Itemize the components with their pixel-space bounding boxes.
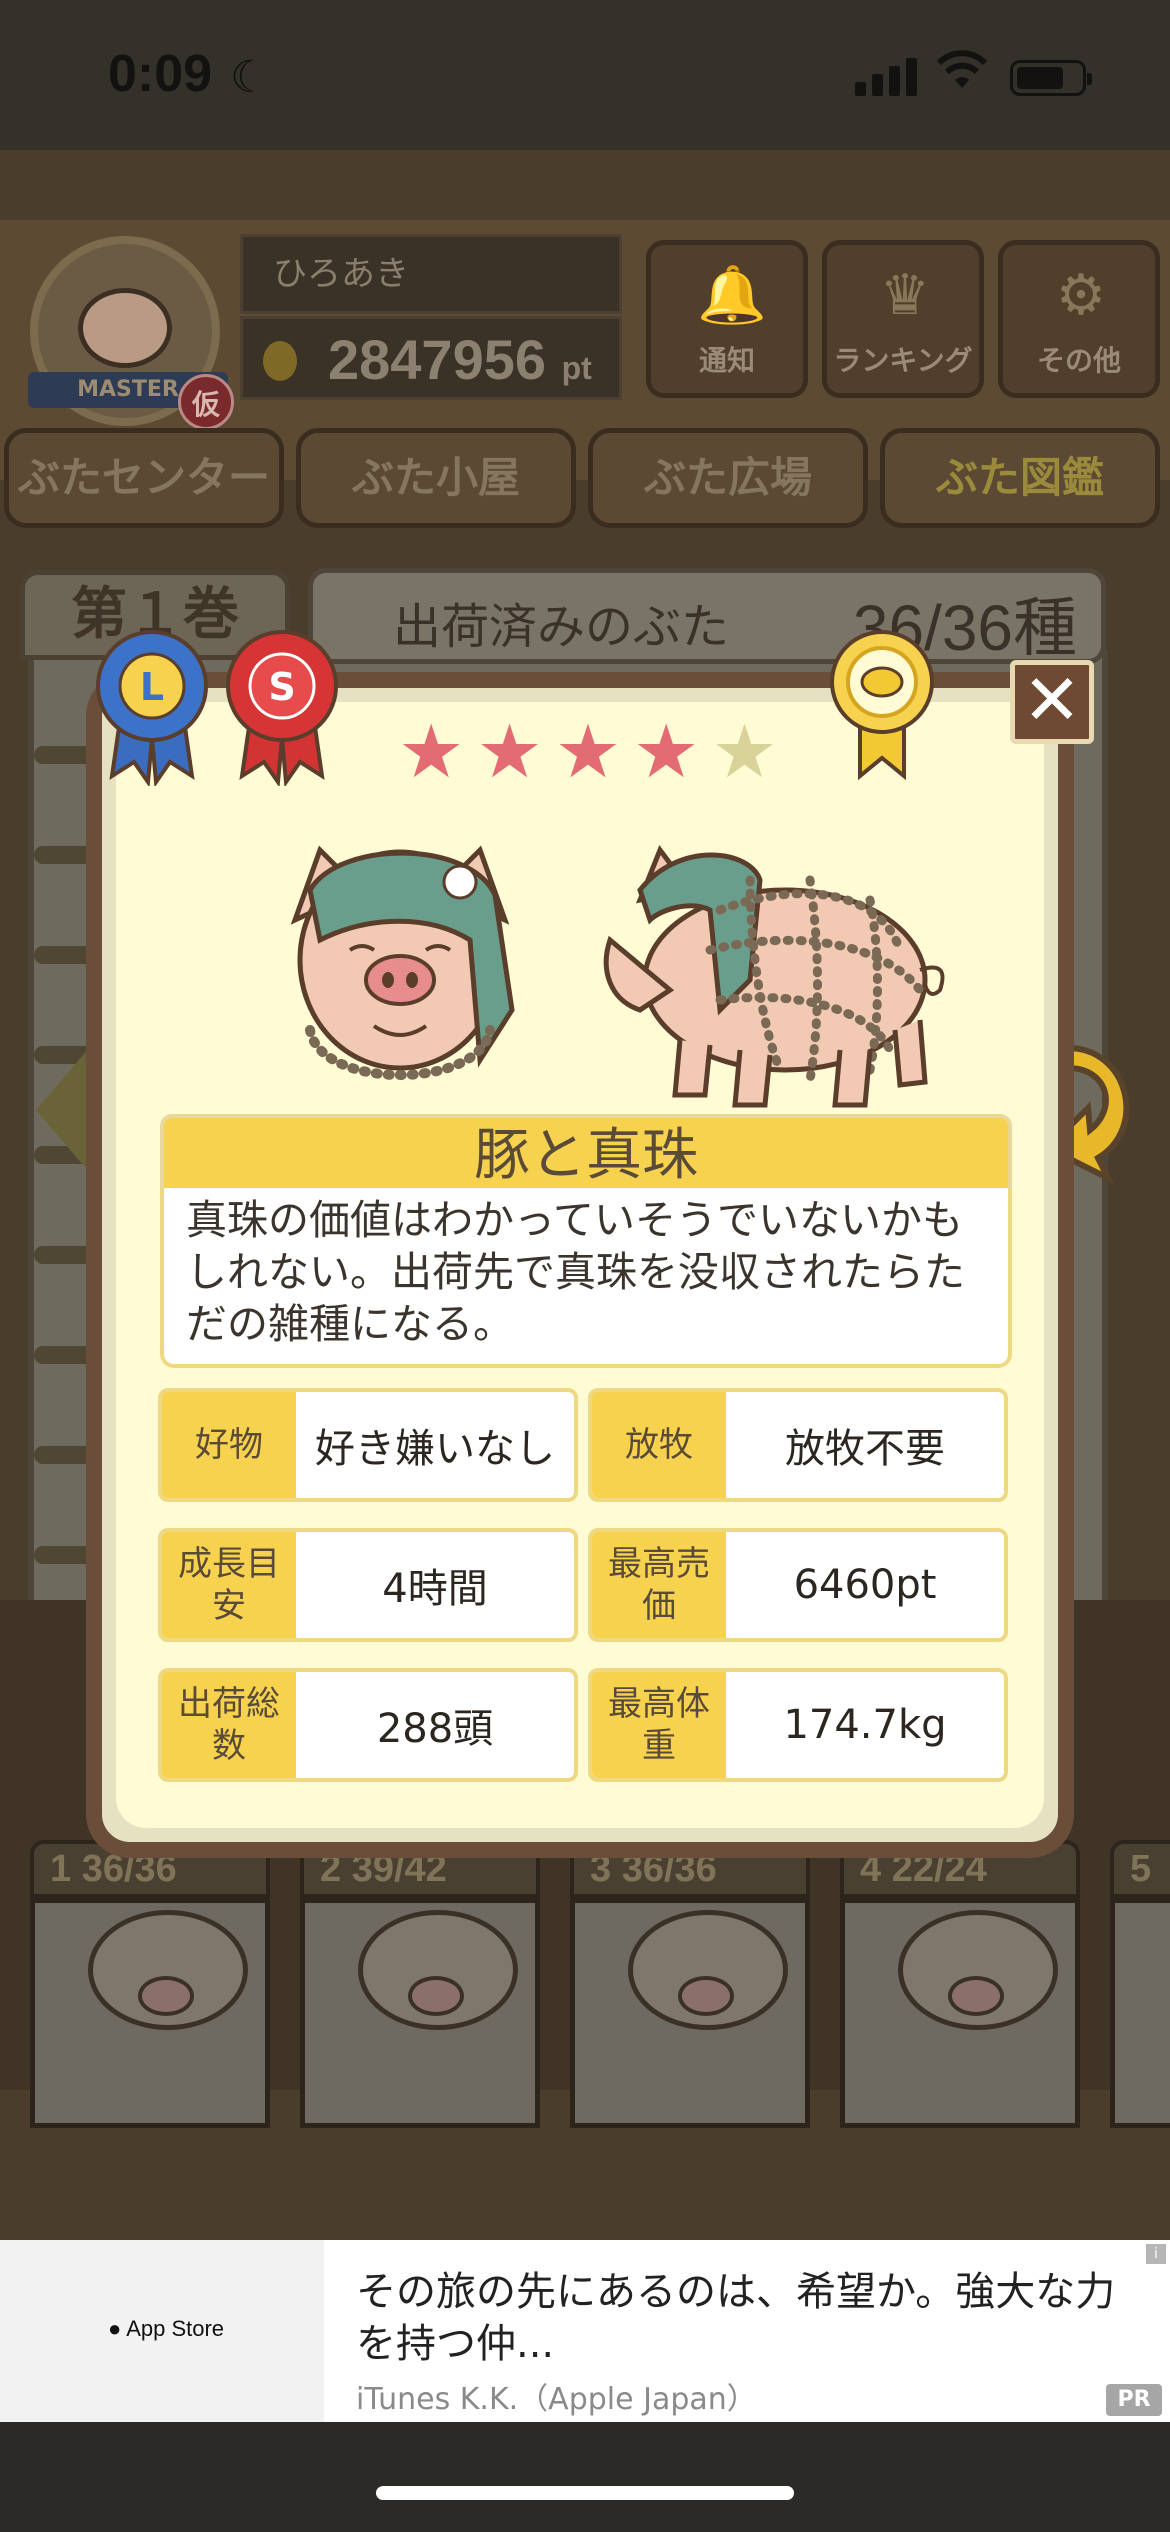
pig-side-icon (603, 844, 945, 1108)
ranking-button[interactable]: ♛ ランキング (822, 240, 984, 398)
app-store-label: ● App Store (108, 2316, 225, 2341)
cellular-signal-icon (855, 58, 917, 96)
ad-headline: その旅の先にあるのは、希望か。強大な力を持つ仲... (356, 2269, 1116, 2367)
master-rank-badge[interactable]: MASTER 仮 (28, 236, 234, 430)
stat-value: 4時間 (382, 1566, 488, 1612)
shipped-label: 出荷済みのぶた (393, 599, 730, 655)
star-icon: ★ (711, 709, 778, 795)
main-tabs: ぶたセンター ぶた小屋 ぶた広場 ぶた図鑑 (0, 420, 1170, 530)
points-unit: pt (561, 350, 592, 386)
stat-label: 成長目安 (162, 1532, 296, 1638)
tab-buta-center[interactable]: ぶたセンター (4, 428, 284, 528)
rarity-stars: ★ ★ ★ ★ ★ (398, 712, 778, 792)
ad-info-icon[interactable]: i (1146, 2244, 1166, 2264)
bottom-safe-area (0, 2422, 1170, 2532)
volume-card[interactable]: 5 (1110, 1840, 1170, 2130)
volume-card[interactable]: 3 36/36 (570, 1840, 820, 2130)
volume-card[interactable]: 2 39/42 (300, 1840, 550, 2130)
ad-banner[interactable]: ● App Store その旅の先にあるのは、希望か。強大な力を持つ仲... i… (0, 2240, 1170, 2422)
l-badge-letter: L (140, 665, 164, 709)
stat-label: 最高体重 (592, 1672, 726, 1778)
volume-number: 1 (50, 1848, 72, 1890)
pig-name: 豚と真珠 (160, 1114, 1012, 1192)
stat-value: 放牧不要 (785, 1426, 945, 1472)
stat-max-price: 最高売価 6460pt (588, 1528, 1008, 1642)
battery-icon (1010, 60, 1092, 96)
stat-max-weight: 最高体重 174.7kg (588, 1668, 1008, 1782)
star-icon: ★ (554, 709, 622, 795)
wifi-icon (936, 50, 988, 88)
other-label: その他 (1036, 344, 1121, 377)
star-icon: ★ (633, 709, 700, 795)
notification-button[interactable]: 🔔 通知 (646, 240, 808, 398)
other-button[interactable]: ⚙ その他 (998, 240, 1160, 398)
close-button[interactable]: ✕ (1010, 660, 1094, 744)
pig-illustration (290, 844, 945, 1108)
stat-value: 174.7kg (783, 1702, 947, 1748)
stat-value: 288頭 (376, 1706, 494, 1752)
shipped-bar: 出荷済みのぶた 36/36種 (308, 568, 1106, 664)
pig-description: 真珠の価値はわかっていそうでいないかもしれない。出荷先で真珠を没収されたらただの… (160, 1188, 1012, 1368)
volume-number: 5 (1130, 1848, 1152, 1890)
stat-value: 好き嫌いなし (315, 1426, 555, 1472)
volume-card[interactable]: 1 36/36 (30, 1840, 280, 2130)
username-field: ひろあき (240, 234, 622, 314)
s-badge-letter: S (268, 665, 295, 709)
stat-total-shipped: 出荷総数 288頭 (158, 1668, 578, 1782)
stat-label: 最高売価 (592, 1532, 726, 1638)
gold-medal-icon (830, 630, 934, 781)
notification-label: 通知 (698, 344, 755, 377)
stat-label: 出荷総数 (162, 1672, 296, 1778)
ad-advertiser: iTunes K.K.（Apple Japan） (356, 2382, 757, 2417)
points-display: 2847956 pt (240, 316, 622, 400)
pig-front-icon (290, 845, 515, 1080)
tab-buta-zukan[interactable]: ぶた図鑑 (880, 428, 1160, 528)
stat-label: 放牧 (592, 1392, 726, 1498)
gear-icon: ⚙ (1055, 263, 1107, 328)
volume-card[interactable]: 4 22/24 (840, 1840, 1090, 2130)
pr-badge: PR (1106, 2384, 1162, 2416)
stat-grazing: 放牧 放牧不要 (588, 1388, 1008, 1502)
pig-face-icon (78, 288, 172, 368)
tab-buta-koya[interactable]: ぶた小屋 (296, 428, 576, 528)
home-indicator[interactable] (376, 2486, 794, 2500)
stat-value: 6460pt (793, 1562, 937, 1608)
stat-growth-time: 成長目安 4時間 (158, 1528, 578, 1642)
star-icon: ★ (398, 709, 465, 795)
bell-icon: 🔔 (697, 263, 767, 328)
s-rank-ribbon-icon: S (226, 630, 338, 786)
stat-favorite-food: 好物 好き嫌いなし (158, 1388, 578, 1502)
coin-icon (263, 341, 297, 381)
ranking-label: ランキング (833, 344, 973, 377)
stat-label: 好物 (162, 1392, 296, 1498)
points-value: 2847956 (328, 328, 547, 391)
status-bar: 0:09 ☾ (0, 0, 1170, 150)
apple-icon: ● (108, 2316, 122, 2341)
moon-icon: ☾ (230, 52, 270, 103)
star-icon: ★ (476, 709, 543, 795)
status-time: 0:09 (108, 45, 213, 103)
tab-buta-hiroba[interactable]: ぶた広場 (588, 428, 868, 528)
l-rank-ribbon-icon: L (96, 630, 208, 786)
crown-icon: ♛ (879, 263, 931, 328)
